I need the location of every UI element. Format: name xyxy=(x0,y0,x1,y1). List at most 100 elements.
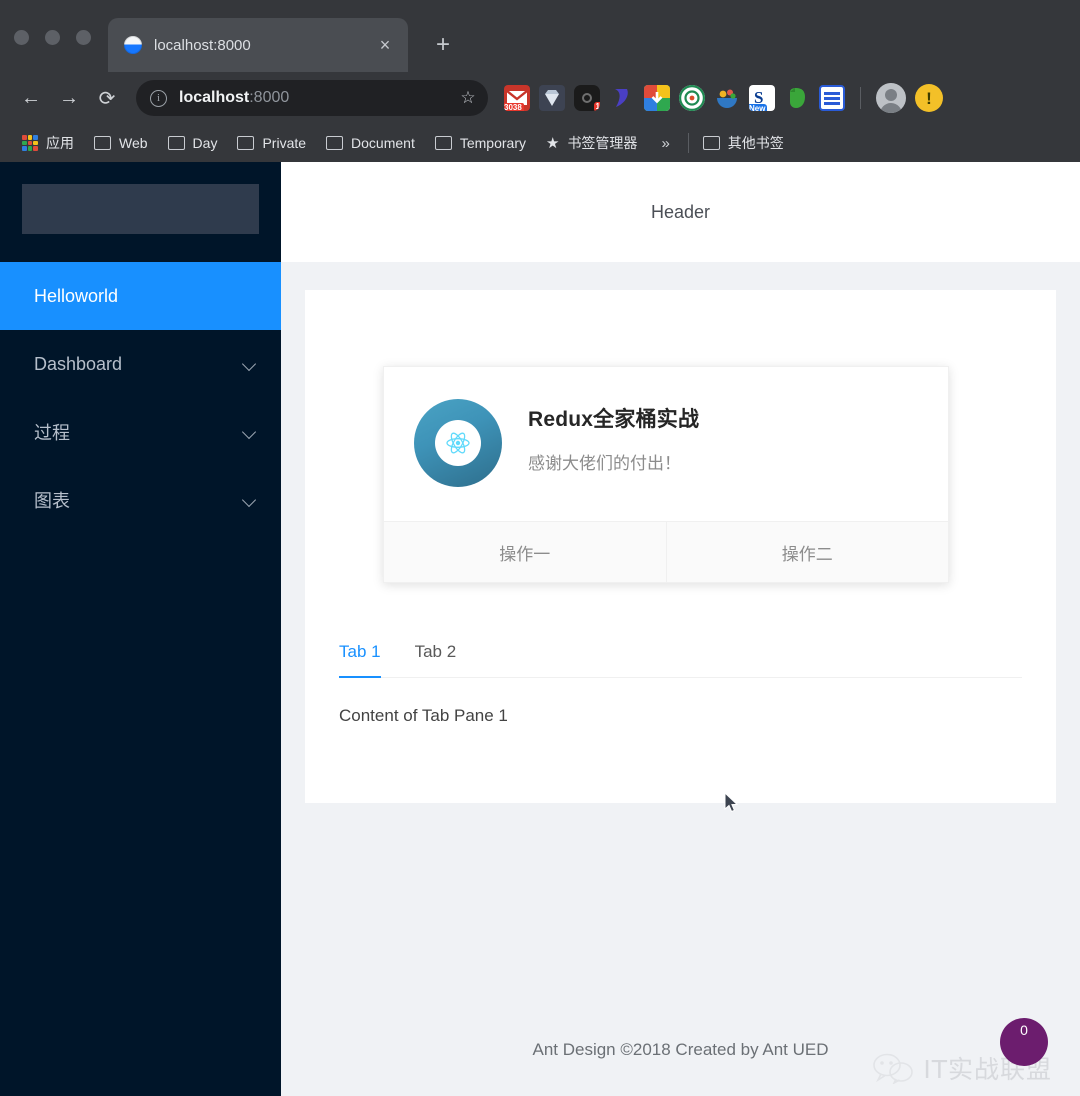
folder-icon xyxy=(326,136,344,150)
product-card-description: 感谢大佬们的付出！ xyxy=(528,454,681,473)
update-warning-icon[interactable]: ! xyxy=(915,84,943,112)
new-tab-button[interactable]: + xyxy=(430,32,456,58)
sidebar-item-label: Dashboard xyxy=(34,353,123,374)
chevron-down-icon xyxy=(243,357,257,371)
tab-1[interactable]: Tab 1 xyxy=(339,642,381,678)
tabs: Tab 1 Tab 2 Content of Tab Pane 1 xyxy=(339,642,1022,726)
bookmark-star-icon[interactable]: ☆ xyxy=(458,88,478,108)
product-action-one-button[interactable]: 操作一 xyxy=(384,522,666,582)
bookmarks-overflow-button[interactable]: » xyxy=(647,135,683,152)
maximize-window-button[interactable] xyxy=(76,30,91,45)
watermark-badge: 0 xyxy=(1000,1018,1048,1066)
bookmark-private[interactable]: Private xyxy=(227,135,316,151)
react-logo-icon xyxy=(414,399,502,487)
s-new-badge: New xyxy=(749,104,768,111)
bookmark-label: Web xyxy=(119,135,148,151)
folder-icon xyxy=(167,136,185,150)
site-info-icon[interactable]: i xyxy=(150,89,167,107)
bookmarks-divider xyxy=(687,133,689,153)
tab-panel-content: Content of Tab Pane 1 xyxy=(339,706,508,725)
bowl-extension-icon[interactable] xyxy=(714,85,740,111)
product-card-body: Redux全家桶实战 感谢大佬们的付出！ xyxy=(384,367,948,521)
reload-icon[interactable]: ⟳ xyxy=(88,79,126,117)
bookmark-day[interactable]: Day xyxy=(158,135,228,151)
bookmark-label: Document xyxy=(351,135,415,151)
bookmarks-bar: 应用 Web Day Private Document Temporary ★ … xyxy=(0,124,1080,162)
app-layout: Helloworld Dashboard 过程 图表 Header Redux全… xyxy=(0,162,1080,1096)
back-icon[interactable]: ← xyxy=(12,79,50,117)
star-icon: ★ xyxy=(545,135,560,152)
sidebar-item-label: 过程 xyxy=(34,423,70,443)
address-bar[interactable]: i localhost:8000 ☆ xyxy=(136,80,488,116)
page-title: Header xyxy=(650,201,711,222)
chevron-down-icon xyxy=(243,425,257,439)
bookmark-label: Temporary xyxy=(459,135,526,151)
page-header: Header xyxy=(281,162,1080,262)
bookmark-manager[interactable]: ★ 书签管理器 xyxy=(536,133,647,153)
product-card-meta: Redux全家桶实战 感谢大佬们的付出！ xyxy=(528,399,699,474)
dark-square-badge: 1 xyxy=(593,102,600,111)
sidebar-logo-placeholder xyxy=(22,184,259,234)
browser-toolbar: ← → ⟳ i localhost:8000 ☆ 3038 1 S New ! xyxy=(0,72,1080,124)
react-atom-glyph xyxy=(446,432,470,454)
bookmark-apps[interactable]: 应用 xyxy=(12,133,84,153)
mail-extension-icon[interactable]: 3038 xyxy=(504,85,530,111)
ribbon-extension-icon[interactable] xyxy=(609,85,635,111)
close-window-button[interactable] xyxy=(14,30,29,45)
minimize-window-button[interactable] xyxy=(45,30,60,45)
browser-tabstrip: localhost:8000 × + xyxy=(0,0,1080,72)
watermark: IT实战联盟 0 xyxy=(871,1018,1052,1086)
s-new-extension-icon[interactable]: S New xyxy=(749,85,775,111)
content-wrapper: Redux全家桶实战 感谢大佬们的付出！ 操作一 操作二 Tab 1 Tab 2 xyxy=(281,262,1080,1002)
product-card: Redux全家桶实战 感谢大佬们的付出！ 操作一 操作二 xyxy=(383,366,949,583)
folder-icon xyxy=(434,136,452,150)
umi-logo-icon xyxy=(124,36,142,54)
download-extension-icon[interactable] xyxy=(644,85,670,111)
product-card-title: Redux全家桶实战 xyxy=(528,408,700,431)
bookmark-document[interactable]: Document xyxy=(316,135,425,151)
browser-tab[interactable]: localhost:8000 × xyxy=(108,18,408,72)
product-action-two-button[interactable]: 操作二 xyxy=(665,522,949,582)
sidebar-item-helloworld[interactable]: Helloworld xyxy=(0,262,281,330)
target-extension-icon[interactable] xyxy=(679,85,705,111)
sidebar-item-dashboard[interactable]: Dashboard xyxy=(0,330,281,398)
bookmark-label: 其他书签 xyxy=(727,135,784,151)
dark-square-extension-icon[interactable]: 1 xyxy=(574,85,600,111)
url-rest: :8000 xyxy=(249,89,290,106)
sidebar: Helloworld Dashboard 过程 图表 xyxy=(0,162,281,1096)
folder-icon xyxy=(702,136,720,150)
browser-chrome: localhost:8000 × + ← → ⟳ i localhost:800… xyxy=(0,0,1080,162)
profile-avatar-button[interactable] xyxy=(876,83,906,113)
product-card-actions: 操作一 操作二 xyxy=(384,521,948,582)
extensions-tray: 3038 1 S New ! xyxy=(504,83,943,113)
tab-2[interactable]: Tab 2 xyxy=(415,642,457,678)
bookmark-other[interactable]: 其他书签 xyxy=(693,133,794,153)
page-footer: Ant Design ©2018 Created by Ant UED IT实战… xyxy=(281,1002,1080,1096)
apps-grid-icon xyxy=(22,135,38,151)
bookmark-web[interactable]: Web xyxy=(84,135,158,151)
bookmark-temporary[interactable]: Temporary xyxy=(425,135,536,151)
sidebar-item-charts[interactable]: 图表 xyxy=(0,466,281,534)
url-text: localhost:8000 xyxy=(179,89,458,107)
sidebar-item-label: Helloworld xyxy=(34,285,119,306)
window-traffic-lights[interactable] xyxy=(14,30,91,45)
watermark-text: IT实战联盟 xyxy=(923,1055,1052,1084)
chevron-down-icon xyxy=(243,493,257,507)
toolbar-divider xyxy=(860,87,861,109)
list-extension-icon[interactable] xyxy=(819,85,845,111)
sidebar-item-process[interactable]: 过程 xyxy=(0,398,281,466)
sidebar-menu: Helloworld Dashboard 过程 图表 xyxy=(0,262,281,534)
wechat-icon xyxy=(871,1052,915,1085)
browser-tab-title: localhost:8000 xyxy=(154,36,251,54)
bookmark-label: 书签管理器 xyxy=(567,135,638,151)
bookmark-label: Day xyxy=(192,135,218,151)
folder-icon xyxy=(94,136,111,150)
close-icon[interactable]: × xyxy=(374,34,396,56)
forward-icon[interactable]: → xyxy=(50,79,88,117)
diamond-extension-icon[interactable] xyxy=(539,85,565,111)
evernote-extension-icon[interactable] xyxy=(784,85,810,111)
main-area: Header Redux全家桶实战 感谢大佬们的付出！ 操作一 操作二 Tab … xyxy=(281,162,1080,1096)
footer-text: Ant Design ©2018 Created by Ant UED xyxy=(532,1040,829,1059)
url-host: localhost xyxy=(179,89,250,106)
mail-badge: 3038 xyxy=(504,103,524,111)
